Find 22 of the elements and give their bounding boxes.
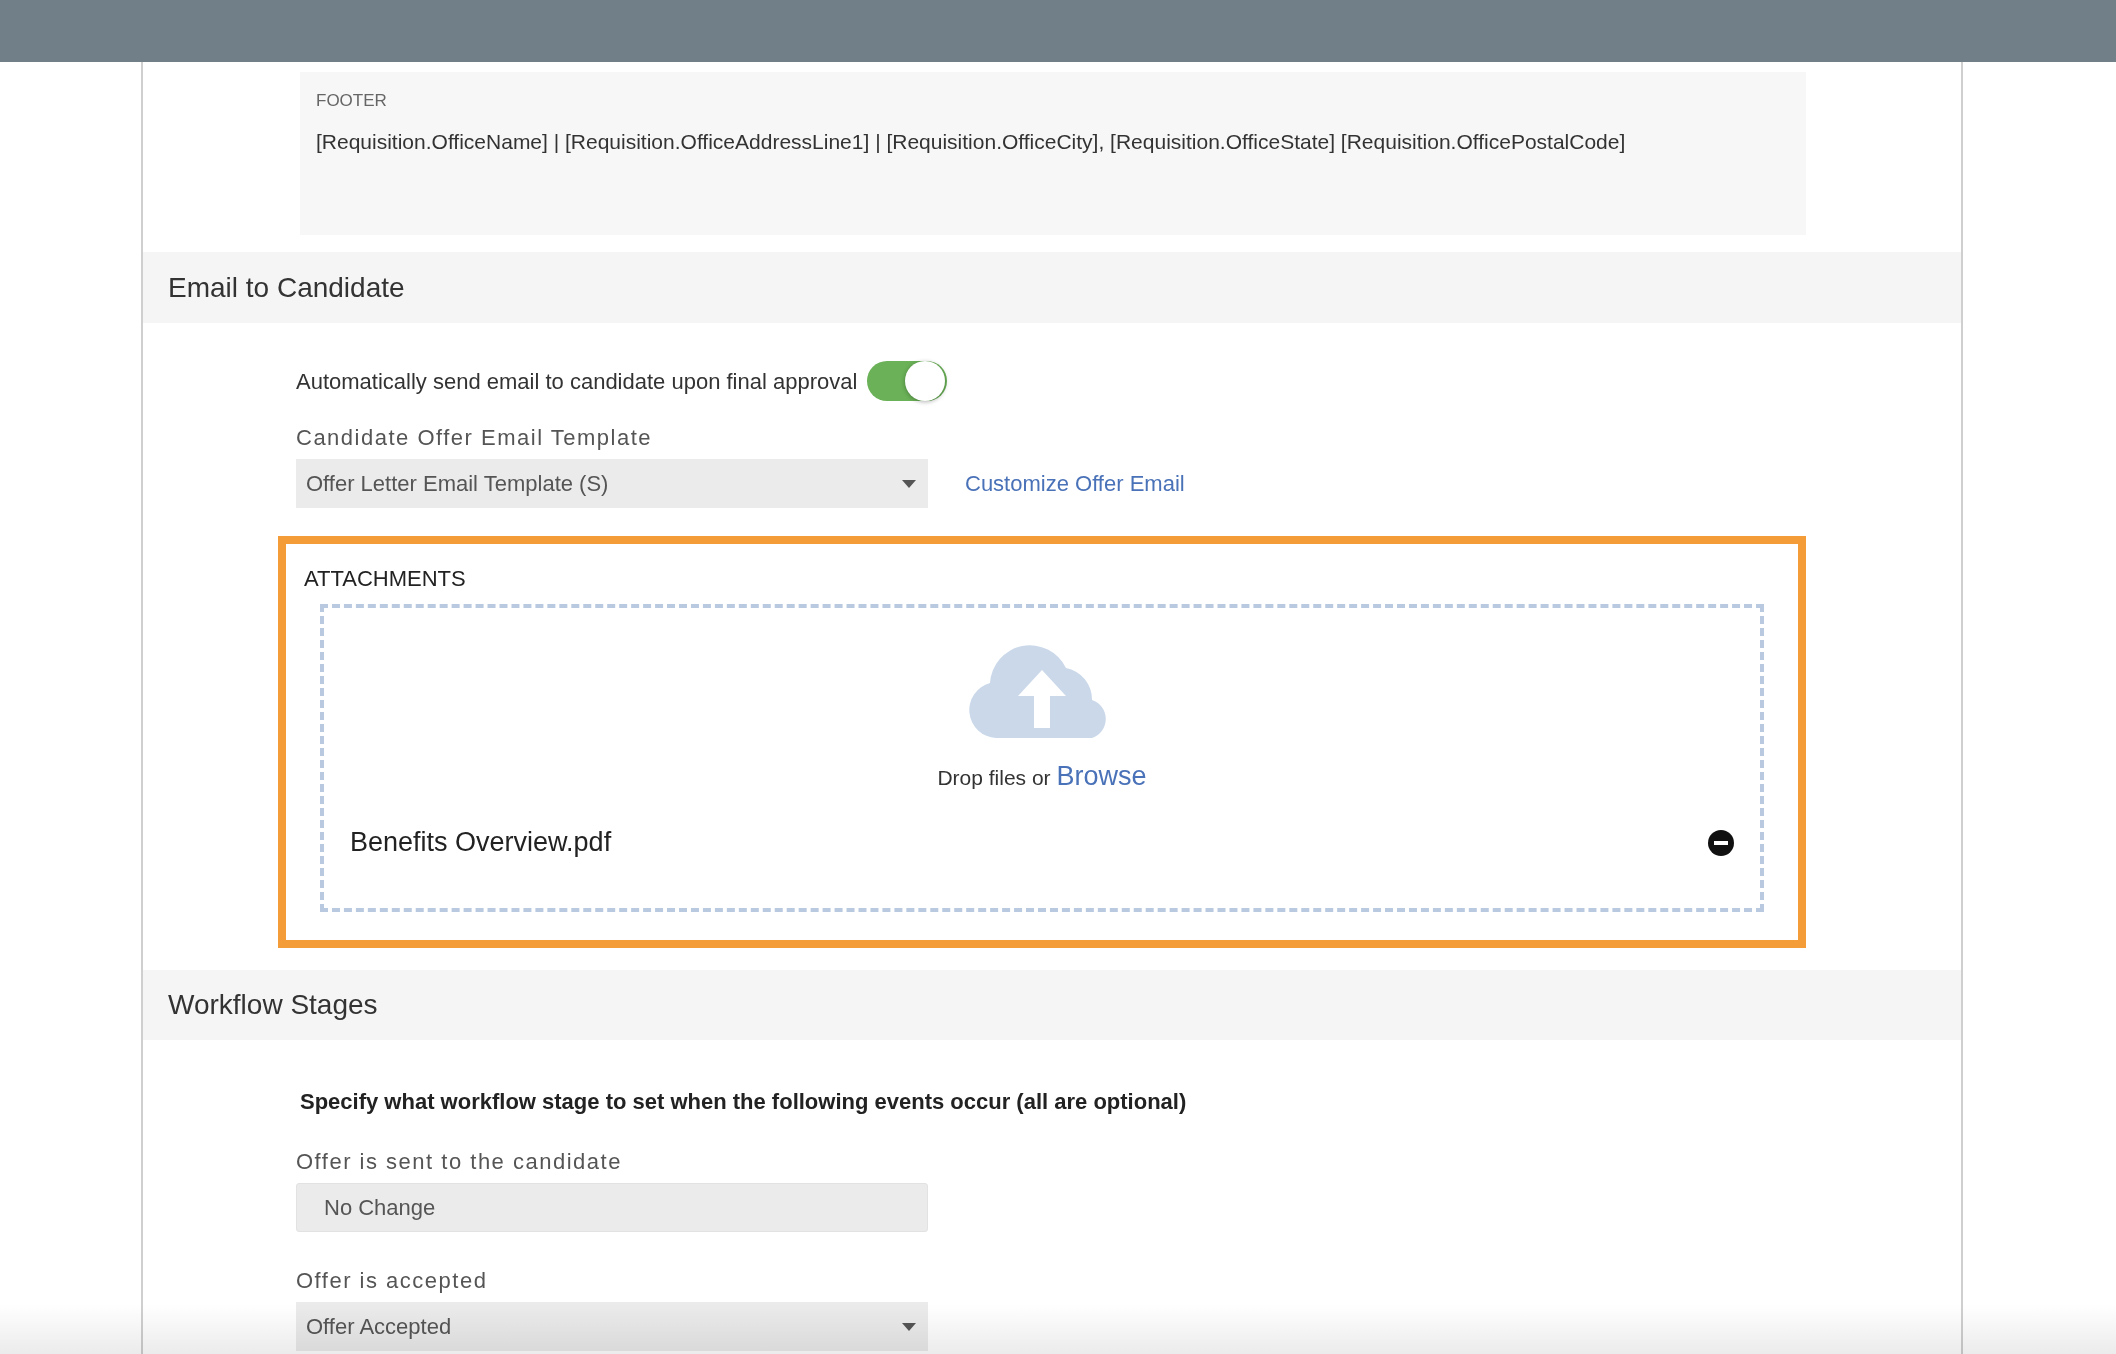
caret-icon (902, 479, 916, 488)
drop-files-text: Drop files or (937, 765, 1051, 791)
attachments-title: ATTACHMENTS (304, 568, 467, 590)
section-header: Workflow Stages (143, 970, 1961, 1040)
field-label: Offer is accepted (296, 1270, 489, 1292)
file-name: Benefits Overview.pdf (350, 826, 612, 860)
toggle-switch[interactable] (867, 361, 948, 401)
section-header: Email to Candidate (143, 252, 1961, 323)
select-dropdown[interactable]: Offer Letter Email Template (S) (296, 459, 928, 508)
field-label: Offer is sent to the candidate (296, 1151, 623, 1173)
auto-send-label: Automatically send email to candidate upon final approval (296, 367, 858, 396)
select-dropdown[interactable]: Offer Accepted (296, 1302, 928, 1351)
remove-icon[interactable] (1708, 829, 1734, 856)
drop-zone[interactable]: Drop files or Browse Benefits Overview.pdf (320, 604, 1764, 912)
caret-icon (902, 1322, 916, 1331)
browse-link[interactable]: Browse (1056, 756, 1147, 797)
footer-label: FOOTER (316, 90, 388, 112)
text-field[interactable]: No Change (296, 1183, 928, 1232)
field-label: Candidate Offer Email Template (296, 427, 654, 449)
instruction-text: Specify what workflow stage to set when the following events occur (all are optional) (299, 1091, 1188, 1113)
footer-text: [Requisition.OfficeName] | [Requisition.OfficeAddressLine1] | [Requisition.OfficeCity], [Requisition.OfficeState] [Requisition.OfficePostalCode] (316, 128, 1627, 155)
customize-email-link[interactable]: Customize Offer Email (965, 467, 1185, 500)
